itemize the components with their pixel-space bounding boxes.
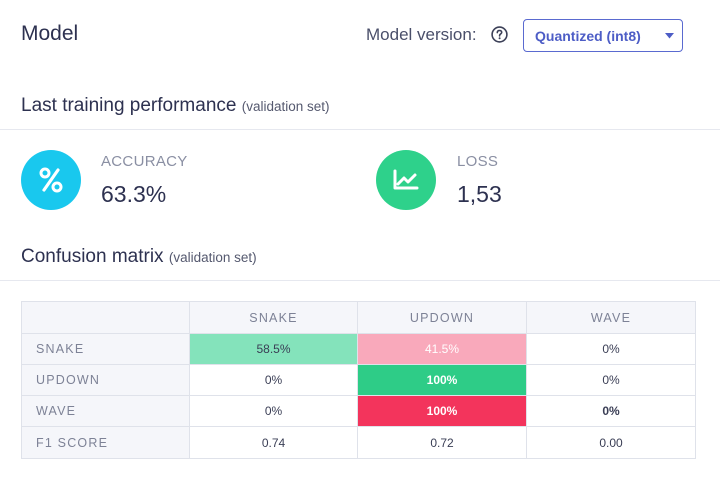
performance-section-title: Last training performance (validation se… (21, 95, 330, 117)
confusion-subtitle: (validation set) (168, 250, 257, 265)
accuracy-label: ACCURACY (101, 153, 188, 170)
table-row: SNAKE 58.5% 41.5% 0% (21, 333, 696, 365)
model-version-label: Model version: (366, 25, 477, 44)
matrix-cell: 100% (357, 395, 527, 427)
question-circle-icon[interactable] (491, 26, 508, 43)
row-header: SNAKE (21, 333, 190, 365)
table-row: UPDOWN 0% 100% 0% (21, 364, 696, 396)
confusion-matrix: SNAKE UPDOWN WAVE SNAKE 58.5% 41.5% 0% U… (21, 301, 696, 459)
section-divider (0, 129, 720, 130)
table-row: WAVE 0% 100% 0% (21, 395, 696, 427)
matrix-cell: 0% (526, 395, 696, 427)
performance-title: Last training performance (21, 95, 237, 116)
accuracy-badge (21, 150, 81, 210)
page-title: Model (21, 22, 79, 45)
f1-cell: 0.74 (189, 426, 358, 459)
row-header: WAVE (21, 395, 190, 427)
matrix-cell: 58.5% (189, 333, 358, 365)
matrix-cell: 0% (189, 364, 358, 396)
caret-down-icon (665, 33, 674, 39)
f1-cell: 0.72 (357, 426, 527, 459)
row-header: UPDOWN (21, 364, 190, 396)
loss-label: LOSS (457, 153, 499, 170)
matrix-cell: 0% (526, 364, 696, 396)
confusion-title: Confusion matrix (21, 246, 164, 267)
model-header: Model Model version: Quantized (int8) (0, 0, 720, 72)
matrix-cell: 100% (357, 364, 527, 396)
percent-icon (39, 167, 63, 193)
model-version-dropdown[interactable]: Quantized (int8) (523, 19, 683, 52)
header-row: SNAKE UPDOWN WAVE (21, 301, 696, 334)
loss-value: 1,53 (457, 181, 502, 207)
matrix-cell: 0% (189, 395, 358, 427)
f1-row: F1 SCORE 0.74 0.72 0.00 (21, 426, 696, 459)
row-header: F1 SCORE (21, 426, 190, 459)
model-version-value: Quantized (int8) (535, 28, 641, 44)
f1-cell: 0.00 (526, 426, 696, 459)
column-header: UPDOWN (357, 301, 527, 334)
performance-subtitle: (validation set) (241, 99, 330, 114)
loss-badge (376, 150, 436, 210)
section-divider (0, 280, 720, 281)
matrix-cell: 41.5% (357, 333, 527, 365)
column-header: SNAKE (189, 301, 358, 334)
accuracy-value: 63.3% (101, 181, 167, 207)
matrix-cell: 0% (526, 333, 696, 365)
confusion-section-title: Confusion matrix (validation set) (21, 246, 257, 268)
chart-line-icon (393, 169, 419, 190)
column-header: WAVE (526, 301, 696, 334)
corner-cell (21, 301, 190, 334)
